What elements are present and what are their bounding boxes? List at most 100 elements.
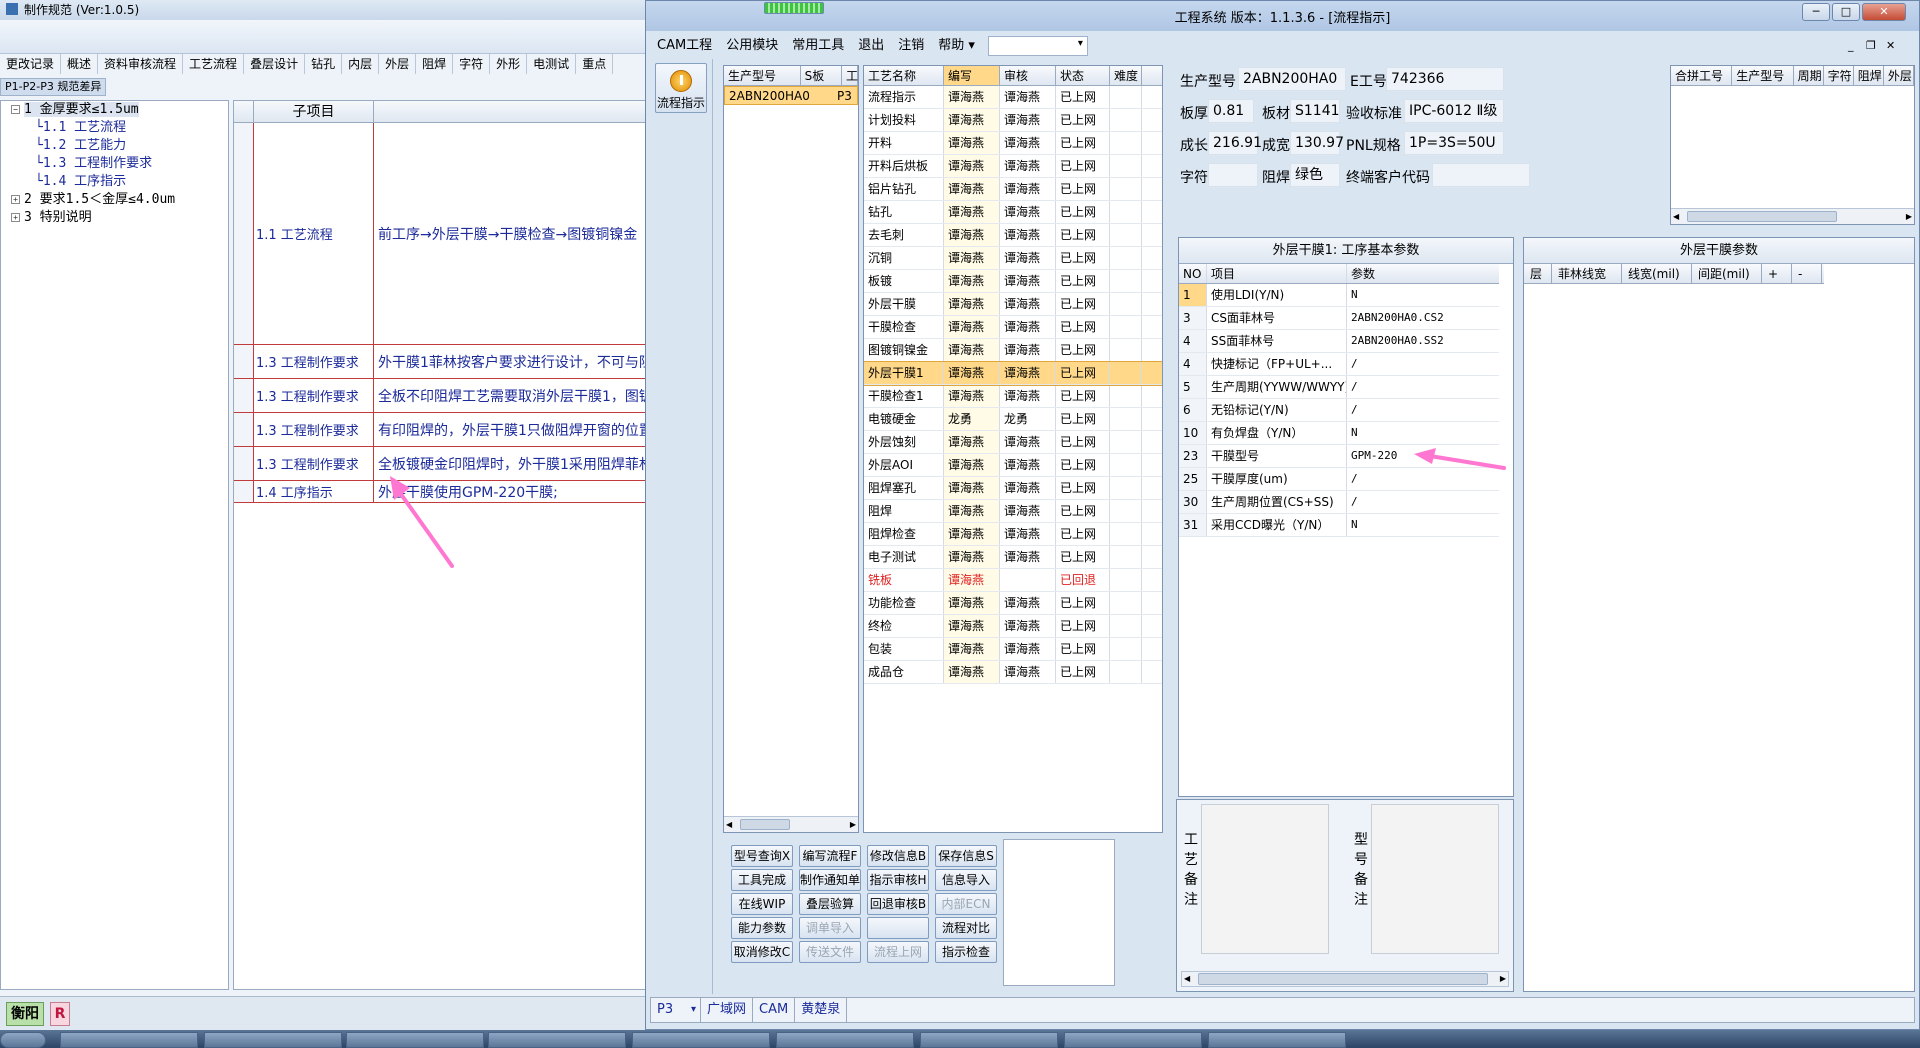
menu-item[interactable]: 退出 (851, 35, 891, 57)
action-button[interactable]: 回退审核B (867, 893, 929, 915)
spec-tab[interactable]: 重点 (576, 54, 614, 74)
maximize-button[interactable]: □ (1832, 3, 1860, 21)
spec-tab[interactable]: 钻孔 (305, 54, 343, 74)
detail-header-subitem[interactable]: 子项目 (254, 101, 374, 123)
col-no[interactable]: NO (1179, 264, 1207, 283)
combine-scrollbar[interactable]: ◀ ▶ (1671, 208, 1914, 224)
mdi-restore-icon[interactable]: ❐ (1866, 39, 1876, 52)
spec-tab[interactable]: 更改记录 (0, 54, 62, 74)
spec-tab[interactable]: 外形 (490, 54, 528, 74)
col-model[interactable]: 生产型号 (724, 66, 801, 85)
process-row[interactable]: 开料后烘板 谭海燕 谭海燕 已上网 (864, 155, 1162, 178)
menu-item[interactable]: 帮助 ▾ (931, 35, 982, 57)
param-row[interactable]: 6 无铅标记(Y/N) / (1179, 399, 1499, 422)
action-button[interactable]: 取消修改C (731, 941, 793, 963)
param-row[interactable]: 5 生产周期(YYWW/WWYY) / (1179, 376, 1499, 399)
spec-tab[interactable]: 工艺流程 (183, 54, 245, 74)
detail-row[interactable]: 1.4 工序指示 外层干膜使用GPM-220干膜; (234, 481, 659, 503)
process-row[interactable]: 外层干膜1 谭海燕 谭海燕 已上网 (864, 361, 1162, 386)
status-plant-select[interactable]: P3 (651, 998, 701, 1022)
taskbar-item[interactable] (1208, 1032, 1346, 1048)
layer-col[interactable]: 线宽(mil) (1622, 264, 1692, 283)
process-row[interactable]: 阻焊检查 谭海燕 谭海燕 已上网 (864, 523, 1162, 546)
process-row[interactable]: 铣板 谭海燕 已回退 (864, 569, 1162, 592)
spec-tab[interactable]: 概述 (61, 54, 99, 74)
action-button[interactable]: 能力参数 (731, 917, 793, 939)
action-button[interactable]: 指示审核H (867, 869, 929, 891)
param-row[interactable]: 1 使用LDI(Y/N) N (1179, 284, 1499, 307)
menu-combo[interactable] (987, 36, 1088, 56)
tree-node[interactable]: └1.3 工程制作要求 (1, 155, 228, 173)
menu-item[interactable]: 注销 (891, 35, 931, 57)
layer-col[interactable]: - (1792, 264, 1822, 283)
process-row[interactable]: 外层AOI 谭海燕 谭海燕 已上网 (864, 454, 1162, 477)
combine-col[interactable]: 周期 (1794, 66, 1824, 85)
process-row[interactable]: 去毛刺 谭海燕 谭海燕 已上网 (864, 224, 1162, 247)
combine-col[interactable]: 字符 (1824, 66, 1854, 85)
process-row[interactable]: 沉铜 谭海燕 谭海燕 已上网 (864, 247, 1162, 270)
col-writer[interactable]: 编写 (944, 66, 1000, 85)
taskbar-item[interactable] (632, 1032, 770, 1048)
scroll-thumb[interactable] (740, 819, 790, 830)
detail-row[interactable]: 1.3 工程制作要求 外干膜1菲林按客户要求进行设计，不可与阻 (234, 345, 659, 379)
model-remark-box[interactable] (1371, 804, 1499, 954)
menu-item[interactable]: 公用模块 (719, 35, 785, 57)
process-row[interactable]: 成品仓 谭海燕 谭海燕 已上网 (864, 661, 1162, 684)
solder-mask-field[interactable]: 绿色 (1290, 163, 1340, 187)
spec-tab[interactable]: 外层 (379, 54, 417, 74)
spec-tab[interactable]: 内层 (342, 54, 380, 74)
collapse-icon[interactable]: − (11, 105, 20, 114)
combine-col[interactable]: 外层 (1884, 66, 1914, 85)
standard-field[interactable]: IPC-6012 Ⅱ级 (1404, 99, 1504, 123)
remarks-scrollbar[interactable]: ◀ ▶ (1181, 971, 1509, 987)
action-button[interactable]: 信息导入 (935, 869, 997, 891)
tree-node[interactable]: −1 金厚要求≤1.5um (1, 101, 228, 119)
param-row[interactable]: 30 生产周期位置(CS+SS) / (1179, 491, 1499, 514)
process-row[interactable]: 电子测试 谭海燕 谭海燕 已上网 (864, 546, 1162, 569)
pnl-field[interactable]: 1P=3S=50U (1404, 131, 1504, 155)
scroll-left-icon[interactable]: ◀ (1184, 974, 1190, 983)
param-row[interactable]: 4 SS面菲林号 2ABN200HA0.SS2 (1179, 330, 1499, 353)
layer-col[interactable]: 菲林线宽 (1552, 264, 1622, 283)
taskbar-item[interactable] (1064, 1032, 1202, 1048)
spec-tab[interactable]: 字符 (453, 54, 491, 74)
spec-tab[interactable]: 电测试 (527, 54, 577, 74)
param-row[interactable]: 10 有负焊盘（Y/N） N (1179, 422, 1499, 445)
scroll-thumb[interactable] (1198, 973, 1488, 985)
thickness-field[interactable]: 0.81 (1208, 99, 1254, 123)
spec-tab[interactable]: 叠层设计 (244, 54, 306, 74)
start-button[interactable] (0, 1032, 46, 1048)
process-row[interactable]: 外层干膜 谭海燕 谭海燕 已上网 (864, 293, 1162, 316)
taskbar-item[interactable] (60, 1032, 198, 1048)
col-process-name[interactable]: 工艺名称 (864, 66, 944, 85)
scroll-left-icon[interactable]: ◀ (726, 820, 732, 829)
process-row[interactable]: 计划投料 谭海燕 谭海燕 已上网 (864, 109, 1162, 132)
length-field[interactable]: 216.91 (1208, 131, 1262, 155)
menu-item[interactable]: 常用工具 (785, 35, 851, 57)
process-row[interactable]: 终检 谭海燕 谭海燕 已上网 (864, 615, 1162, 638)
detail-row[interactable]: 1.3 工程制作要求 全板不印阻焊工艺需要取消外层干膜1，图镀 (234, 379, 659, 413)
product-list-scrollbar[interactable]: ◀ ▶ (724, 816, 858, 832)
e-field[interactable]: 742366 (1386, 67, 1504, 91)
material-field[interactable]: S1141 (1290, 99, 1340, 123)
col-item[interactable]: 项目 (1207, 264, 1347, 283)
process-row[interactable]: 干膜检查 谭海燕 谭海燕 已上网 (864, 316, 1162, 339)
minimize-button[interactable]: ─ (1802, 3, 1830, 21)
product-row[interactable]: 2ABN200HA0 P3 (724, 86, 858, 105)
action-button[interactable]: 修改信息B (867, 845, 929, 867)
process-row[interactable]: 包装 谭海燕 谭海燕 已上网 (864, 638, 1162, 661)
process-row[interactable]: 外层蚀刻 谭海燕 谭海燕 已上网 (864, 431, 1162, 454)
process-row[interactable]: 阻焊塞孔 谭海燕 谭海燕 已上网 (864, 477, 1162, 500)
param-row[interactable]: 31 采用CCD曝光（Y/N） N (1179, 514, 1499, 537)
col-reviewer[interactable]: 审核 (1000, 66, 1056, 85)
col-difficulty[interactable]: 难度 (1110, 66, 1142, 85)
spec-tab[interactable]: 资料审核流程 (98, 54, 184, 74)
scroll-right-icon[interactable]: ▶ (1906, 212, 1912, 221)
action-button[interactable] (867, 917, 929, 939)
combine-col[interactable]: 生产型号 (1732, 66, 1794, 85)
scroll-left-icon[interactable]: ◀ (1673, 212, 1679, 221)
detail-row[interactable]: 1.3 工程制作要求 有印阻焊的，外层干膜1只做阻焊开窗的位置 (234, 413, 659, 447)
param-row[interactable]: 23 干膜型号 GPM-220 (1179, 445, 1499, 468)
mdi-minimize-icon[interactable]: _ (1848, 39, 1854, 52)
spec-tab[interactable]: 阻焊 (416, 54, 454, 74)
